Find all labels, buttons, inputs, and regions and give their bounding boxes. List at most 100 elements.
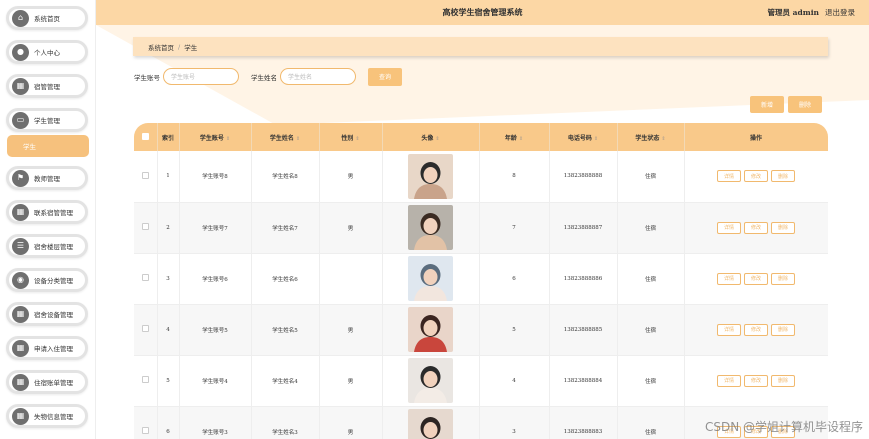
logout-link[interactable]: 退出登录 [825, 7, 855, 18]
column-header-name[interactable]: 学生姓名 ⇕ [251, 123, 320, 151]
sidebar-item-apply[interactable]: ▦ 申请入住管理 [6, 336, 88, 360]
delete-button[interactable]: 删除 [771, 221, 795, 234]
edit-button[interactable]: 修改 [744, 272, 768, 285]
sort-icon[interactable]: ⇕ [519, 136, 523, 142]
column-header-account[interactable]: 学生账号 ⇕ [179, 123, 252, 151]
breadcrumb: 系统首页 / 学生 [133, 37, 828, 56]
sidebar-item-label: 失物信息管理 [34, 413, 73, 421]
cell-account: 学生账号7 [179, 202, 252, 254]
cell-name: 学生姓名3 [251, 406, 320, 439]
row-checkbox[interactable] [134, 406, 158, 439]
edit-button[interactable]: 修改 [744, 170, 768, 183]
cell-status: 住宿 [617, 355, 685, 407]
sidebar-item-label: 个人中心 [34, 49, 60, 57]
column-header-actions: 操作 [684, 123, 828, 151]
avatar [408, 409, 453, 439]
sidebar-item-dorm-manager[interactable]: ▦ 宿管管理 [6, 74, 88, 98]
cell-name: 学生姓名7 [251, 202, 320, 254]
sidebar-item-teachers[interactable]: ⚑ 教师管理 [6, 166, 88, 190]
cell-age: 8 [479, 151, 550, 203]
current-user: 管理员 admin [767, 8, 819, 17]
column-header-gender[interactable]: 性别 ⇕ [319, 123, 383, 151]
top-bar: 高校学生宿舍管理系统 管理员 admin 退出登录 [96, 0, 869, 25]
search-button[interactable]: 查询 [368, 67, 402, 86]
edit-button[interactable]: 修改 [744, 323, 768, 336]
sort-icon[interactable]: ⇕ [355, 136, 359, 142]
select-all-checkbox[interactable] [134, 123, 158, 151]
detail-button[interactable]: 详情 [717, 170, 741, 183]
cell-avatar [382, 253, 480, 305]
row-checkbox[interactable] [134, 355, 158, 407]
cell-age: 4 [479, 355, 550, 407]
column-header-phone[interactable]: 电话号码 ⇕ [549, 123, 618, 151]
cell-gender [319, 253, 383, 305]
edit-button[interactable]: 修改 [744, 221, 768, 234]
column-header-age[interactable]: 年龄 ⇕ [479, 123, 550, 151]
column-header-avatar[interactable]: 头像 ⇕ [382, 123, 480, 151]
cell-status: 住宿 [617, 202, 685, 254]
sidebar-item-contact[interactable]: ▦ 联系宿管管理 [6, 200, 88, 224]
sort-icon[interactable]: ⇕ [435, 136, 439, 142]
avatar [408, 153, 453, 199]
row-checkbox[interactable] [134, 202, 158, 254]
sidebar-item-label: 系统首页 [34, 15, 60, 23]
column-header-status[interactable]: 学生状态 ⇕ [617, 123, 685, 151]
sidebar-item-home[interactable]: ⌂ 系统首页 [6, 6, 88, 30]
cell-account: 学生账号6 [179, 253, 252, 305]
account-search-label: 学生账号 [134, 73, 160, 82]
cell-age: 6 [479, 253, 550, 305]
name-search-placeholder: 学生姓名 [288, 74, 313, 81]
breadcrumb-home[interactable]: 系统首页 [148, 42, 174, 52]
detail-button[interactable]: 详情 [717, 272, 741, 285]
sort-icon[interactable]: ⇕ [296, 136, 300, 142]
cell-avatar [382, 406, 480, 439]
cell-status: 住宿 [617, 253, 685, 305]
row-checkbox[interactable] [134, 253, 158, 305]
sidebar-subitem-student[interactable]: 学生 [7, 135, 89, 157]
cell-index: 1 [157, 151, 180, 203]
bulk-delete-button[interactable]: 删除 [788, 96, 822, 113]
sidebar-item-floors[interactable]: ☰ 宿舍楼层管理 [6, 234, 88, 258]
detail-button[interactable]: 详情 [717, 221, 741, 234]
user-area: 管理员 admin 退出登录 [768, 0, 855, 25]
cell-status: 住宿 [617, 151, 685, 203]
delete-button[interactable]: 删除 [771, 170, 795, 183]
cell-actions: 详情 修改 删除 [684, 355, 828, 407]
sort-icon[interactable]: ⇕ [594, 136, 598, 142]
cell-index: 2 [157, 202, 180, 254]
cell-name: 学生姓名6 [251, 253, 320, 305]
delete-button[interactable]: 删除 [771, 323, 795, 336]
cell-actions: 详情 修改 删除 [684, 253, 828, 305]
edit-button[interactable]: 修改 [744, 374, 768, 387]
cell-index: 4 [157, 304, 180, 356]
table-row: 2 学生账号7 学生姓名7 男 7 13823888887 住宿 详情 修改 删除 [134, 202, 828, 254]
cell-name: 学生姓名4 [251, 355, 320, 407]
cell-gender: 男 [319, 406, 383, 439]
sidebar-item-students[interactable]: ▭ 学生管理 [6, 108, 88, 132]
sidebar-item-dorm-devices[interactable]: ▦ 宿舍设备管理 [6, 302, 88, 326]
sidebar: ⌂ 系统首页 ● 个人中心 ▦ 宿管管理 ▭ 学生管理 学生 ⚑ 教师管理 ▦ … [0, 0, 96, 439]
add-button[interactable]: 新增 [750, 96, 784, 113]
cell-actions: 详情 修改 删除 [684, 151, 828, 203]
avatar [408, 358, 453, 403]
breadcrumb-separator: / [178, 42, 181, 51]
column-header-index: 索引 [157, 123, 180, 151]
cell-phone: 13823888886 [549, 253, 618, 305]
row-checkbox[interactable] [134, 151, 158, 203]
sort-icon[interactable]: ⇕ [226, 136, 230, 142]
row-checkbox[interactable] [134, 304, 158, 356]
search-bar: 学生账号 学生账号 学生姓名 学生姓名 查询 [134, 67, 402, 86]
sidebar-item-bills[interactable]: ▦ 住宿账单管理 [6, 370, 88, 394]
name-search-input[interactable]: 学生姓名 [280, 68, 356, 85]
detail-button[interactable]: 详情 [717, 323, 741, 336]
cell-gender: 男 [319, 151, 383, 203]
sidebar-item-lost-found[interactable]: ▦ 失物信息管理 [6, 404, 88, 428]
sidebar-item-device-category[interactable]: ◉ 设备分类管理 [6, 268, 88, 292]
sidebar-item-profile[interactable]: ● 个人中心 [6, 40, 88, 64]
sort-icon[interactable]: ⇕ [661, 136, 665, 142]
detail-button[interactable]: 详情 [717, 374, 741, 387]
account-search-input[interactable]: 学生账号 [163, 68, 239, 85]
delete-button[interactable]: 删除 [771, 374, 795, 387]
delete-button[interactable]: 删除 [771, 272, 795, 285]
grid-icon: ▦ [12, 407, 29, 425]
